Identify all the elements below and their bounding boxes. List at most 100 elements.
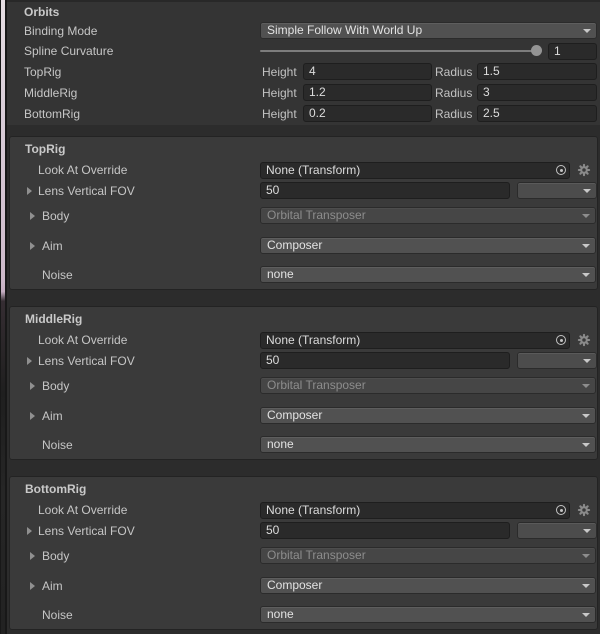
middlerig-height-label: Height bbox=[262, 85, 297, 101]
foldout-arrow-icon[interactable] bbox=[27, 357, 32, 365]
background-window-edge bbox=[0, 0, 7, 634]
chevron-down-icon bbox=[582, 384, 590, 388]
aim-label: Aim bbox=[42, 408, 63, 424]
lens-vertical-fov-field[interactable]: 50 bbox=[260, 522, 510, 539]
aim-dropdown[interactable]: Composer bbox=[260, 237, 596, 254]
foldout-arrow-icon[interactable] bbox=[30, 382, 35, 390]
look-at-override-label: Look At Override bbox=[38, 332, 127, 348]
object-picker-dot bbox=[560, 339, 563, 342]
chevron-down-icon bbox=[582, 554, 590, 558]
toprig-section: TopRig Look At Override None (Transform)… bbox=[9, 136, 598, 290]
chevron-down-icon bbox=[582, 273, 590, 277]
body-label: Body bbox=[42, 208, 69, 224]
aim-dropdown[interactable]: Composer bbox=[260, 577, 596, 594]
toprig-radius-field[interactable]: 1.5 bbox=[477, 63, 597, 80]
lens-vertical-fov-field[interactable]: 50 bbox=[260, 352, 510, 369]
middlerig-orbit-label: MiddleRig bbox=[24, 85, 77, 101]
look-at-override-field[interactable]: None (Transform) bbox=[260, 502, 570, 519]
foldout-arrow-icon[interactable] bbox=[30, 242, 35, 250]
object-picker-dot bbox=[560, 169, 563, 172]
foldout-arrow-icon[interactable] bbox=[30, 212, 35, 220]
spline-curvature-field[interactable]: 1 bbox=[548, 43, 597, 60]
aim-label: Aim bbox=[42, 578, 63, 594]
rig-title: BottomRig bbox=[25, 481, 86, 497]
foldout-arrow-icon[interactable] bbox=[27, 527, 32, 535]
aim-value: Composer bbox=[267, 578, 322, 592]
aim-value: Composer bbox=[267, 238, 322, 252]
toprig-radius-label: Radius bbox=[435, 64, 472, 80]
object-picker-icon[interactable] bbox=[556, 505, 566, 515]
spline-curvature-label: Spline Curvature bbox=[24, 43, 113, 59]
bottomrig-section: BottomRig Look At Override None (Transfo… bbox=[9, 476, 598, 630]
aim-value: Composer bbox=[267, 408, 322, 422]
bottomrig-height-label: Height bbox=[262, 106, 297, 122]
lens-vertical-fov-label: Lens Vertical FOV bbox=[38, 183, 135, 199]
binding-mode-value: Simple Follow With World Up bbox=[267, 23, 422, 37]
chevron-down-icon bbox=[582, 414, 590, 418]
orbits-header: Orbits bbox=[24, 4, 59, 20]
chevron-down-icon bbox=[582, 613, 590, 617]
bottomrig-height-field[interactable]: 0.2 bbox=[303, 105, 432, 122]
body-value: Orbital Transposer bbox=[267, 208, 366, 222]
lens-mode-dropdown[interactable] bbox=[517, 522, 597, 539]
chevron-down-icon bbox=[582, 214, 590, 218]
look-at-override-value: None (Transform) bbox=[266, 333, 360, 347]
middlerig-radius-label: Radius bbox=[435, 85, 472, 101]
look-at-override-field[interactable]: None (Transform) bbox=[260, 332, 570, 349]
chevron-down-icon bbox=[582, 244, 590, 248]
gear-icon[interactable] bbox=[577, 503, 591, 517]
gear-icon[interactable] bbox=[577, 163, 591, 177]
spline-curvature-slider-handle[interactable] bbox=[531, 45, 542, 56]
background-window-strip bbox=[1, 0, 5, 634]
aim-label: Aim bbox=[42, 238, 63, 254]
chevron-down-icon bbox=[583, 29, 591, 33]
noise-dropdown[interactable]: none bbox=[260, 436, 596, 453]
lens-vertical-fov-field[interactable]: 50 bbox=[260, 182, 510, 199]
middlerig-radius-field[interactable]: 3 bbox=[477, 84, 597, 101]
look-at-override-value: None (Transform) bbox=[266, 163, 360, 177]
look-at-override-label: Look At Override bbox=[38, 502, 127, 518]
inspector-panel: Orbits Binding Mode Simple Follow With W… bbox=[0, 0, 600, 634]
body-value: Orbital Transposer bbox=[267, 548, 366, 562]
binding-mode-dropdown[interactable]: Simple Follow With World Up bbox=[260, 22, 597, 39]
lens-mode-dropdown[interactable] bbox=[517, 182, 597, 199]
noise-label: Noise bbox=[42, 607, 73, 623]
foldout-arrow-icon[interactable] bbox=[30, 412, 35, 420]
noise-value: none bbox=[267, 437, 294, 451]
rig-title: TopRig bbox=[25, 141, 65, 157]
toprig-height-field[interactable]: 4 bbox=[303, 63, 432, 80]
look-at-override-value: None (Transform) bbox=[266, 503, 360, 517]
toprig-height-label: Height bbox=[262, 64, 297, 80]
body-dropdown: Orbital Transposer bbox=[260, 207, 596, 224]
middlerig-height-field[interactable]: 1.2 bbox=[303, 84, 432, 101]
bottomrig-orbit-label: BottomRig bbox=[24, 106, 80, 122]
bottomrig-radius-field[interactable]: 2.5 bbox=[477, 105, 597, 122]
chevron-down-icon bbox=[582, 443, 590, 447]
foldout-arrow-icon[interactable] bbox=[30, 552, 35, 560]
body-value: Orbital Transposer bbox=[267, 378, 366, 392]
toprig-orbit-label: TopRig bbox=[24, 64, 61, 80]
aim-dropdown[interactable]: Composer bbox=[260, 407, 596, 424]
chevron-down-icon bbox=[582, 584, 590, 588]
rig-title: MiddleRig bbox=[25, 311, 82, 327]
middlerig-section: MiddleRig Look At Override None (Transfo… bbox=[9, 306, 598, 460]
noise-value: none bbox=[267, 267, 294, 281]
foldout-arrow-icon[interactable] bbox=[30, 582, 35, 590]
gear-icon[interactable] bbox=[577, 333, 591, 347]
noise-dropdown[interactable]: none bbox=[260, 606, 596, 623]
object-picker-icon[interactable] bbox=[556, 335, 566, 345]
body-dropdown: Orbital Transposer bbox=[260, 377, 596, 394]
object-picker-icon[interactable] bbox=[556, 165, 566, 175]
noise-dropdown[interactable]: none bbox=[260, 266, 596, 283]
foldout-arrow-icon[interactable] bbox=[27, 187, 32, 195]
body-dropdown: Orbital Transposer bbox=[260, 547, 596, 564]
look-at-override-label: Look At Override bbox=[38, 162, 127, 178]
body-label: Body bbox=[42, 378, 69, 394]
chevron-down-icon bbox=[583, 529, 591, 533]
lens-mode-dropdown[interactable] bbox=[517, 352, 597, 369]
noise-label: Noise bbox=[42, 267, 73, 283]
object-picker-dot bbox=[560, 509, 563, 512]
body-label: Body bbox=[42, 548, 69, 564]
spline-curvature-slider-track[interactable] bbox=[260, 50, 537, 52]
look-at-override-field[interactable]: None (Transform) bbox=[260, 162, 570, 179]
